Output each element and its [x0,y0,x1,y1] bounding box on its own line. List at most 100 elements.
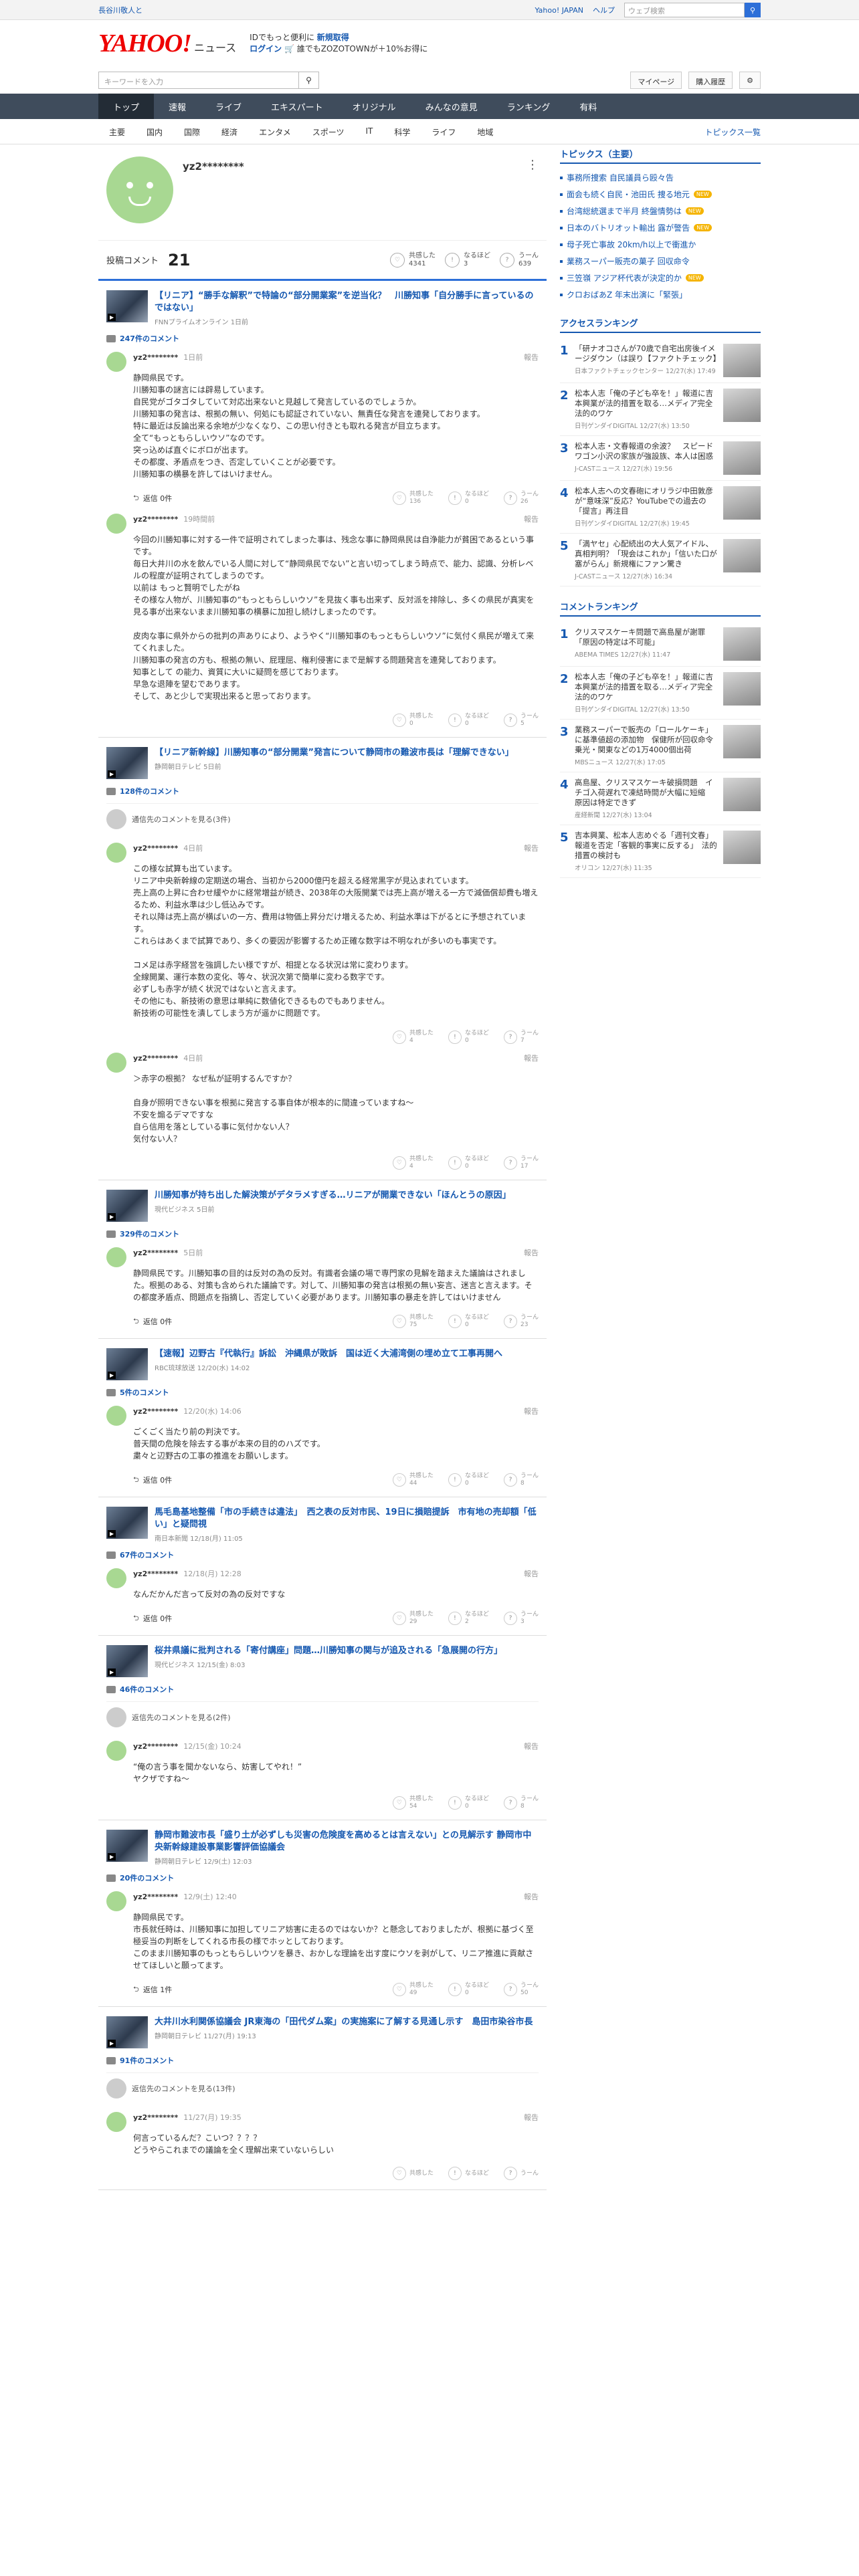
cat-item[interactable]: ライフ [421,126,466,138]
comment-count-link[interactable]: 20件のコメント [106,1872,539,1883]
show-parent-comments[interactable]: 返信先のコメントを見る(2件) [106,1701,539,1733]
notice-link[interactable]: 長谷川敬人と [98,6,142,15]
purchase-history-button[interactable]: 購入履歴 [688,71,733,89]
topic-item[interactable]: 業務スーパー販売の菓子 回収命令 [560,253,761,270]
report-link[interactable]: 報告 [524,2112,539,2123]
topic-item[interactable]: 三笠嶺 アジア杯代表が決定的か NEW [560,270,761,286]
topics-list-link[interactable]: トピックス一覧 [704,126,761,138]
cat-item[interactable]: 地域 [466,126,504,138]
rank-title[interactable]: 松本人志への文春砲にオリラジ中田敦彦が“意味深”反応？YouTubeでの過去の「… [575,486,718,516]
article-thumbnail[interactable]: ▶ [106,747,148,779]
ranking-item[interactable]: 4 高島屋、クリスマスケーキ破損問題 イチゴ入荷遅れで凍結時間が大幅に短縮 原因は… [560,772,761,825]
ranking-item[interactable]: 1 クリスマスケーキ問題で高島屋が謝罪「原因の特定は不可能」 ABEMA TIMES… [560,622,761,667]
ranking-item[interactable]: 5 吉本興業、松本人志めぐる「週刊文春」報道を否定「客観的事実に反する」 法的措置… [560,825,761,878]
vote-button[interactable]: ? うーん 17 [503,1156,539,1170]
vote-button[interactable]: ! なるほど 2 [448,1611,489,1626]
login-link[interactable]: ログイン [250,44,282,53]
vote-button[interactable]: ♡ 共感した 49 [392,1982,434,1997]
vote-button[interactable]: ♡ 共感した 4 [392,1156,434,1170]
vote-button[interactable]: ♡ 共感した 44 [392,1473,434,1487]
comment-count-link[interactable]: 5件のコメント [106,1387,539,1398]
cat-item[interactable]: 国内 [136,126,173,138]
article-title[interactable]: 馬毛島基地整備「市の手続きは違法」 西之表の反対市民、19日に損賠提訴 市有地の… [155,1507,539,1531]
cat-item[interactable]: 経済 [211,126,248,138]
topic-item[interactable]: 母子死亡事故 20km/h以上で衝進か [560,236,761,253]
gear-icon[interactable]: ⚙ [739,71,761,89]
vote-button[interactable]: ! なるほど 0 [448,1314,489,1329]
topic-item[interactable]: 面会も続く自民・池田氏 捜る地元 NEW [560,186,761,203]
cat-item[interactable]: 科学 [383,126,421,138]
keyword-search-icon[interactable]: ⚲ [299,71,319,89]
vote-button[interactable]: ? うーん 3 [503,1611,539,1626]
article-thumbnail[interactable]: ▶ [106,1190,148,1222]
vote-button[interactable]: ! なるほど [448,2167,489,2180]
article-thumbnail[interactable]: ▶ [106,1507,148,1539]
vote-button[interactable]: ! なるほど 0 [448,1796,489,1810]
vote-button[interactable]: ♡ 共感した 4 [392,1030,434,1045]
comment-user[interactable]: yz2******** [133,353,178,362]
comment-user[interactable]: yz2******** [133,1742,178,1751]
rank-title[interactable]: 松本人志「俺の子ども卒を！」報道に吉本興業が法的措置を取る…メディア完全法的のワ… [575,672,718,702]
nav-ranking[interactable]: ランキング [492,94,565,119]
reply-button[interactable]: ⮌ 返信 0件 [133,492,172,505]
vote-button[interactable]: ? うーん 23 [503,1314,539,1329]
nav-opinion[interactable]: みんなの意見 [411,94,492,119]
nav-live[interactable]: ライブ [201,94,256,119]
comment-count-link[interactable]: 46件のコメント [106,1684,539,1695]
cat-item[interactable]: IT [355,126,383,138]
yahoo-news-logo[interactable]: YAHOO! ニュース [98,29,236,58]
vote-button[interactable]: ? うーん 8 [503,1796,539,1810]
rank-title[interactable]: 松本人志・文春報道の余波？ スピードワゴン小沢の家族が強設族、本人は困惑 [575,441,718,461]
nav-top[interactable]: トップ [98,94,155,119]
rank-title[interactable]: 業務スーパーで販売の「ロールケーキ」に基準値超の添加物 保健所が回収命令 乗光・… [575,725,721,755]
vote-button[interactable]: ? うーん 26 [503,491,539,506]
comment-user[interactable]: yz2******** [133,515,178,524]
register-link[interactable]: 新規取得 [317,33,349,42]
reply-button[interactable]: ⮌ 返信 0件 [133,1474,172,1487]
comment-user[interactable]: yz2******** [133,1249,178,1257]
vote-button[interactable]: ? うーん 50 [503,1982,539,1997]
article-title[interactable]: 大井川水利関係協議会 JR東海の「田代ダム案」の実施案に了解する見通し示す 島田… [155,2016,533,2028]
rank-title[interactable]: 高島屋、クリスマスケーキ破損問題 イチゴ入荷遅れで凍結時間が大幅に短縮 原因は特… [575,778,718,808]
ranking-item[interactable]: 2 松本人志「俺の子ども卒を！」報道に吉本興業が法的措置を取る…メディア完全法的の… [560,383,761,436]
topic-item[interactable]: 台湾総統選まで半月 終盤情勢は NEW [560,203,761,219]
help-link[interactable]: ヘルプ [593,5,615,15]
report-link[interactable]: 報告 [524,352,539,362]
ranking-item[interactable]: 3 松本人志・文春報道の余波？ スピードワゴン小沢の家族が強設族、本人は困惑 J-C… [560,436,761,481]
vote-button[interactable]: ! なるほど 0 [448,1473,489,1487]
zozo-promo[interactable]: 誰でもZOZOTOWNが＋10%お得に [297,44,428,53]
article-title[interactable]: 静岡市難波市長「盛り土が必ずしも災害の危険度を高めるとは言えない」との見解示す … [155,1830,539,1854]
article-title[interactable]: 【リニア】“勝手な解釈”で特論の“部分開業案”を逆当化？ 川勝知事「自分勝手に言… [155,290,539,314]
ranking-item[interactable]: 3 業務スーパーで販売の「ロールケーキ」に基準値超の添加物 保健所が回収命令 乗光… [560,720,761,772]
search-icon[interactable]: ⚲ [745,3,761,17]
report-link[interactable]: 報告 [524,1568,539,1579]
comment-count-link[interactable]: 67件のコメント [106,1549,539,1560]
yahoo-japan-link[interactable]: Yahoo! JAPAN [535,6,583,15]
vote-button[interactable]: ? うーん 5 [503,713,539,728]
comment-count-link[interactable]: 91件のコメント [106,2055,539,2066]
report-link[interactable]: 報告 [524,1741,539,1751]
vote-button[interactable]: ! なるほど 0 [448,713,489,728]
vote-button[interactable]: ♡ 共感した 136 [392,491,434,506]
ranking-item[interactable]: 1 「研ナオコさんが70歳で自宅出房後イメージダウン（は誤り【ファクトチェック】日… [560,338,761,383]
comment-user[interactable]: yz2******** [133,1570,178,1578]
ranking-item[interactable]: 2 松本人志「俺の子ども卒を！」報道に吉本興業が法的措置を取る…メディア完全法的の… [560,667,761,720]
show-parent-comments[interactable]: 返信先のコメントを見る(13件) [106,2072,539,2104]
vote-button[interactable]: ♡ 共感した 29 [392,1611,434,1626]
vote-button[interactable]: ♡ 共感した 54 [392,1796,434,1810]
rank-title[interactable]: 「研ナオコさんが70歳で自宅出房後イメージダウン（は誤り【ファクトチェック】 [575,344,721,364]
comment-count-link[interactable]: 329件のコメント [106,1228,539,1239]
vote-button[interactable]: ? うーん [503,2167,539,2180]
vote-button[interactable]: ♡ 共感した 75 [392,1314,434,1329]
nav-original[interactable]: オリジナル [338,94,411,119]
topic-item[interactable]: 事務所捜索 自民議員ら殴々告 [560,169,761,186]
rank-title[interactable]: 吉本興業、松本人志めぐる「週刊文春」報道を否定「客観的事実に反する」 法的措置の… [575,831,718,861]
comment-user[interactable]: yz2******** [133,2113,178,2122]
article-thumbnail[interactable]: ▶ [106,1830,148,1862]
report-link[interactable]: 報告 [524,1406,539,1416]
keyword-input[interactable]: キーワードを入力 [98,71,299,89]
report-link[interactable]: 報告 [524,1053,539,1063]
vote-button[interactable]: ? うーん 7 [503,1030,539,1045]
ranking-item[interactable]: 4 松本人志への文春砲にオリラジ中田敦彦が“意味深”反応？YouTubeでの過去の… [560,481,761,534]
article-title[interactable]: 川勝知事が持ち出した解決策がデタラメすぎる…リニアが開業できない「ほんとうの原因… [155,1190,511,1202]
